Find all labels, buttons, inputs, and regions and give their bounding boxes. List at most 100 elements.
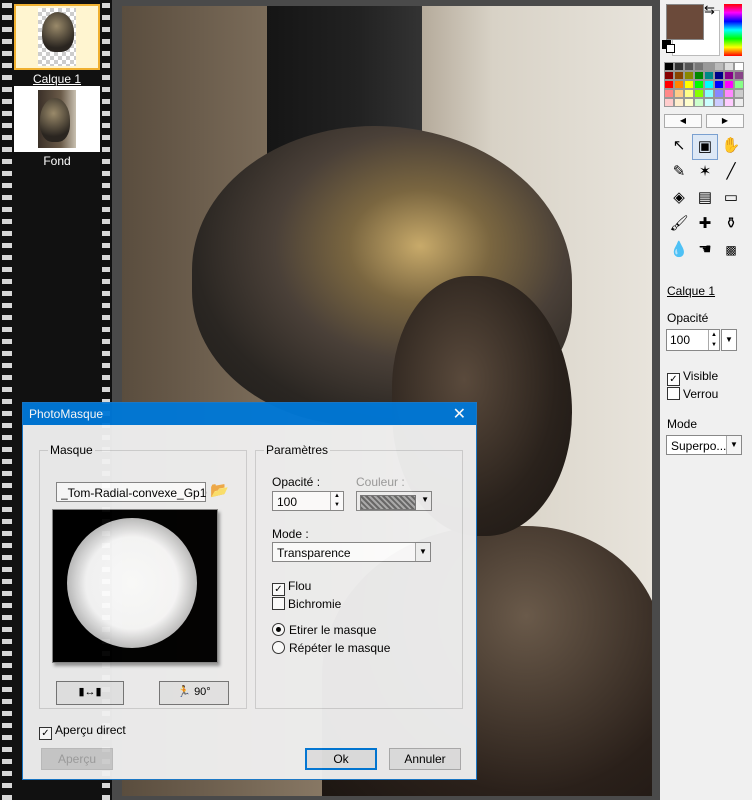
spin-arrows-icon[interactable]: ▲ ▼ [330,492,343,510]
palette-swatch[interactable] [714,98,724,107]
layer-item-fond[interactable]: Fond [14,86,100,168]
eyedropper-tool-icon[interactable]: ✎ [666,160,692,186]
palette-swatch[interactable] [684,89,694,98]
palette-swatch[interactable] [704,80,714,89]
palette-swatch[interactable] [694,98,704,107]
palette-swatch[interactable] [664,71,674,80]
brush-tool-icon[interactable]: 🖌 [666,212,692,238]
reset-colors-icon[interactable] [662,40,675,53]
palette-swatch[interactable] [734,89,744,98]
close-icon[interactable]: ✕ [453,404,466,424]
palette-swatch[interactable] [704,62,714,71]
cancel-button[interactable]: Annuler [389,748,461,770]
stretch-mask-radio[interactable]: Etirer le masque [272,623,376,637]
bichromie-checkbox[interactable]: Bichromie [272,597,341,611]
chevron-down-icon[interactable]: ▼ [721,329,737,351]
opacity-spinbox[interactable]: 100 ▲ ▼ ▼ [666,329,737,351]
palette-swatch[interactable] [734,71,744,80]
opacity-spinbox[interactable]: 100 ▲ ▼ [272,491,344,511]
mask-file-field[interactable]: _Tom-Radial-convexe_Gp10 [56,482,207,502]
palette-swatch[interactable] [694,62,704,71]
palette-prev-button[interactable]: ◀ [664,114,702,128]
preview-button[interactable]: Aperçu [41,748,113,770]
mode-label: Mode : [272,527,309,541]
pointer-tool-icon[interactable]: ↖ [666,134,692,160]
color-label: Couleur : [356,475,405,489]
visible-checkbox[interactable]: ✓ Visible [667,369,718,386]
palette-swatch[interactable] [734,62,744,71]
hand-tool-icon[interactable]: ✋ [718,134,744,160]
blend-mode-select[interactable]: Superpo... ▼ [666,435,742,455]
ok-button[interactable]: Ok [305,748,377,770]
rotate-mask-button[interactable]: 🏃 90° [159,681,229,705]
palette-swatch[interactable] [694,89,704,98]
foreground-color-swatch[interactable] [666,4,704,40]
palette-swatch[interactable] [684,98,694,107]
palette-swatch[interactable] [674,71,684,80]
color-select[interactable]: ▼ [356,491,432,511]
line-tool-icon[interactable]: ╱ [718,160,744,186]
palette-next-button[interactable]: ▶ [706,114,744,128]
smudge-tool-icon[interactable]: ☚ [692,238,718,264]
palette-swatch[interactable] [714,62,724,71]
live-preview-checkbox[interactable]: ✓ Aperçu direct [39,723,126,740]
palette-swatch[interactable] [724,89,734,98]
stamp-tool-icon[interactable]: ⚱ [718,212,744,238]
chevron-down-icon[interactable]: ▼ [415,543,430,561]
spin-arrows-icon[interactable]: ▲ ▼ [708,330,719,350]
palette-swatch[interactable] [734,98,744,107]
palette-swatch[interactable] [724,62,734,71]
palette-swatch[interactable] [674,89,684,98]
palette-swatch[interactable] [674,62,684,71]
selection-tool-icon[interactable]: ▣ [692,134,718,160]
palette-swatch[interactable] [714,89,724,98]
layer-item-calque-1[interactable]: Calque 1 [14,4,100,86]
fill-tool-icon[interactable]: ◈ [666,186,692,212]
blur-checkbox[interactable]: ✓ Flou [272,579,311,596]
magic-wand-tool-icon[interactable]: ✶ [692,160,718,186]
palette-swatch[interactable] [694,71,704,80]
portrait-tool-icon[interactable]: ▩ [718,238,744,264]
spray-tool-icon[interactable]: ▤ [692,186,718,212]
radio-dot [272,641,285,654]
palette-swatch[interactable] [714,71,724,80]
palette-swatch[interactable] [664,80,674,89]
clone-brush-tool-icon[interactable]: ✚ [692,212,718,238]
palette-swatch[interactable] [724,71,734,80]
palette-swatch[interactable] [664,62,674,71]
mask-preview [52,509,218,663]
palette-swatch[interactable] [724,80,734,89]
params-legend: Paramètres [266,443,329,457]
palette-swatch[interactable] [704,71,714,80]
color-palette[interactable] [664,62,746,107]
palette-swatch[interactable] [674,80,684,89]
blur-drop-tool-icon[interactable]: 💧 [666,238,692,264]
palette-swatch[interactable] [704,89,714,98]
palette-swatch[interactable] [724,98,734,107]
palette-swatch[interactable] [714,80,724,89]
palette-swatch[interactable] [694,80,704,89]
palette-swatch[interactable] [674,98,684,107]
swap-colors-icon[interactable]: ⇆ [704,2,715,18]
open-folder-icon[interactable]: 📂 [210,481,229,499]
layer-thumbnail [14,4,100,70]
params-group: Paramètres Opacité : Couleur : 100 ▲ ▼ ▼ … [255,443,463,709]
palette-swatch[interactable] [664,98,674,107]
color-swatch [360,495,416,510]
lock-checkbox[interactable]: Verrou [667,387,718,401]
palette-swatch[interactable] [684,80,694,89]
eraser-tool-icon[interactable]: ▭ [718,186,744,212]
layer-label: Calque 1 [32,72,82,86]
palette-swatch[interactable] [704,98,714,107]
mode-select[interactable]: Transparence ▼ [272,542,431,562]
dialog-titlebar[interactable]: PhotoMasque ✕ [23,403,476,425]
color-spectrum[interactable] [724,4,742,56]
repeat-mask-radio[interactable]: Répéter le masque [272,641,390,655]
layer-thumbnail [14,86,100,152]
invert-mask-button[interactable]: ▮↔▮ [56,681,124,705]
palette-swatch[interactable] [684,71,694,80]
palette-swatch[interactable] [664,89,674,98]
palette-swatch[interactable] [684,62,694,71]
chevron-down-icon[interactable]: ▼ [726,436,741,454]
palette-swatch[interactable] [734,80,744,89]
